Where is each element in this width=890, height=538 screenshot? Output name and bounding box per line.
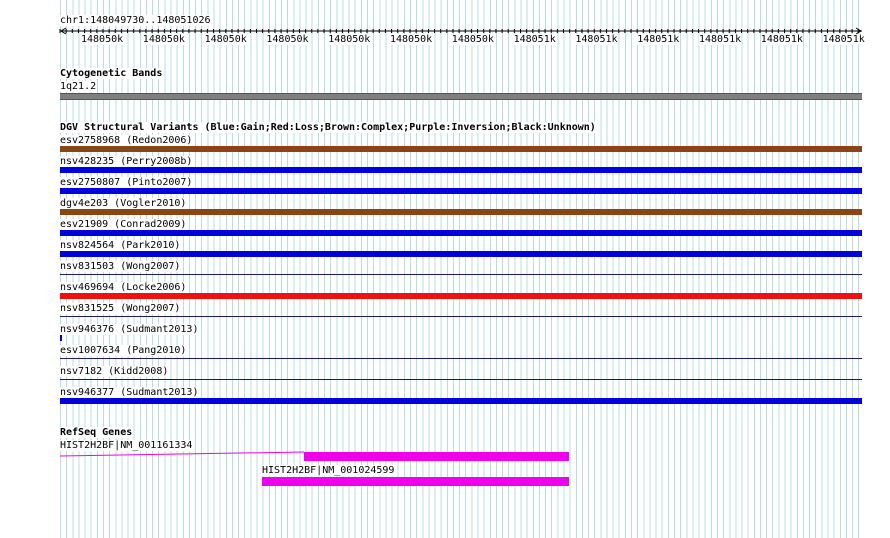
cytoband-bar[interactable] bbox=[60, 93, 862, 100]
dgv-variant-label: nsv7182 (Kidd2008) bbox=[60, 366, 170, 377]
dgv-variant-bar[interactable] bbox=[60, 209, 862, 215]
refseq-gene-1[interactable] bbox=[60, 450, 572, 464]
ruler-tick-label: 148051k bbox=[699, 34, 742, 45]
dgv-variant-bar[interactable] bbox=[60, 188, 862, 194]
dgv-variant-bar[interactable] bbox=[60, 358, 862, 359]
dgv-variant-label: dgv4e203 (Vogler2010) bbox=[60, 198, 188, 209]
ruler-tick-label: 148051k bbox=[637, 34, 680, 45]
refseq-gene-2-exon[interactable] bbox=[262, 477, 569, 486]
refseq-gene-label: HIST2H2BF|NM_001024599 bbox=[262, 465, 396, 476]
dgv-variant-label: nsv824564 (Park2010) bbox=[60, 240, 182, 251]
cytoband-label: 1q21.2 bbox=[60, 81, 98, 92]
dgv-variant-label: nsv946376 (Sudmant2013) bbox=[60, 324, 200, 335]
dgv-variant-label: nsv831503 (Wong2007) bbox=[60, 261, 182, 272]
ruler-tick-label: 148050k bbox=[204, 34, 247, 45]
ruler-tick-label: 148051k bbox=[822, 34, 865, 45]
dgv-variant-bar[interactable] bbox=[60, 274, 862, 275]
refseq-gene-1-exon bbox=[304, 452, 569, 461]
ruler-tick-label: 148050k bbox=[328, 34, 371, 45]
dgv-variant-bar[interactable] bbox=[60, 316, 862, 317]
dgv-variant-label: nsv469694 (Locke2006) bbox=[60, 282, 188, 293]
dgv-variant-bar[interactable] bbox=[60, 335, 62, 341]
dgv-variant-bar[interactable] bbox=[60, 167, 862, 173]
ruler-tick-label: 148051k bbox=[760, 34, 803, 45]
dgv-variant-bar[interactable] bbox=[60, 251, 862, 257]
dgv-variant-label: esv1007634 (Pang2010) bbox=[60, 345, 188, 356]
ruler-tick-label: 148051k bbox=[513, 34, 556, 45]
ruler-tick-label: 148050k bbox=[266, 34, 309, 45]
ruler-tick-label: 148051k bbox=[575, 34, 618, 45]
dgv-variant-label: nsv428235 (Perry2008b) bbox=[60, 156, 194, 167]
ruler-tick-label: 148050k bbox=[390, 34, 433, 45]
ruler-tick-label: 148050k bbox=[81, 34, 124, 45]
ruler-tick-label: 148050k bbox=[451, 34, 494, 45]
dgv-track-title[interactable]: DGV Structural Variants (Blue:Gain;Red:L… bbox=[60, 122, 597, 133]
dgv-variant-bar[interactable] bbox=[60, 379, 862, 380]
dgv-variant-label: esv21909 (Conrad2009) bbox=[60, 219, 188, 230]
dgv-variant-label: esv2758968 (Redon2006) bbox=[60, 135, 194, 146]
dgv-variant-bar[interactable] bbox=[60, 230, 862, 236]
dgv-variant-bar[interactable] bbox=[60, 398, 862, 404]
dgv-variant-bar[interactable] bbox=[60, 293, 862, 299]
ruler-tick-label: 148050k bbox=[142, 34, 185, 45]
cytobands-track-title[interactable]: Cytogenetic Bands bbox=[60, 68, 164, 79]
refseq-gene-1-intron bbox=[60, 451, 305, 457]
dgv-variant-label: esv2750807 (Pinto2007) bbox=[60, 177, 194, 188]
dgv-variant-label: nsv946377 (Sudmant2013) bbox=[60, 387, 200, 398]
dgv-variant-label: nsv831525 (Wong2007) bbox=[60, 303, 182, 314]
dgv-variant-bar[interactable] bbox=[60, 146, 862, 152]
refseq-track-title[interactable]: RefSeq Genes bbox=[60, 427, 134, 438]
